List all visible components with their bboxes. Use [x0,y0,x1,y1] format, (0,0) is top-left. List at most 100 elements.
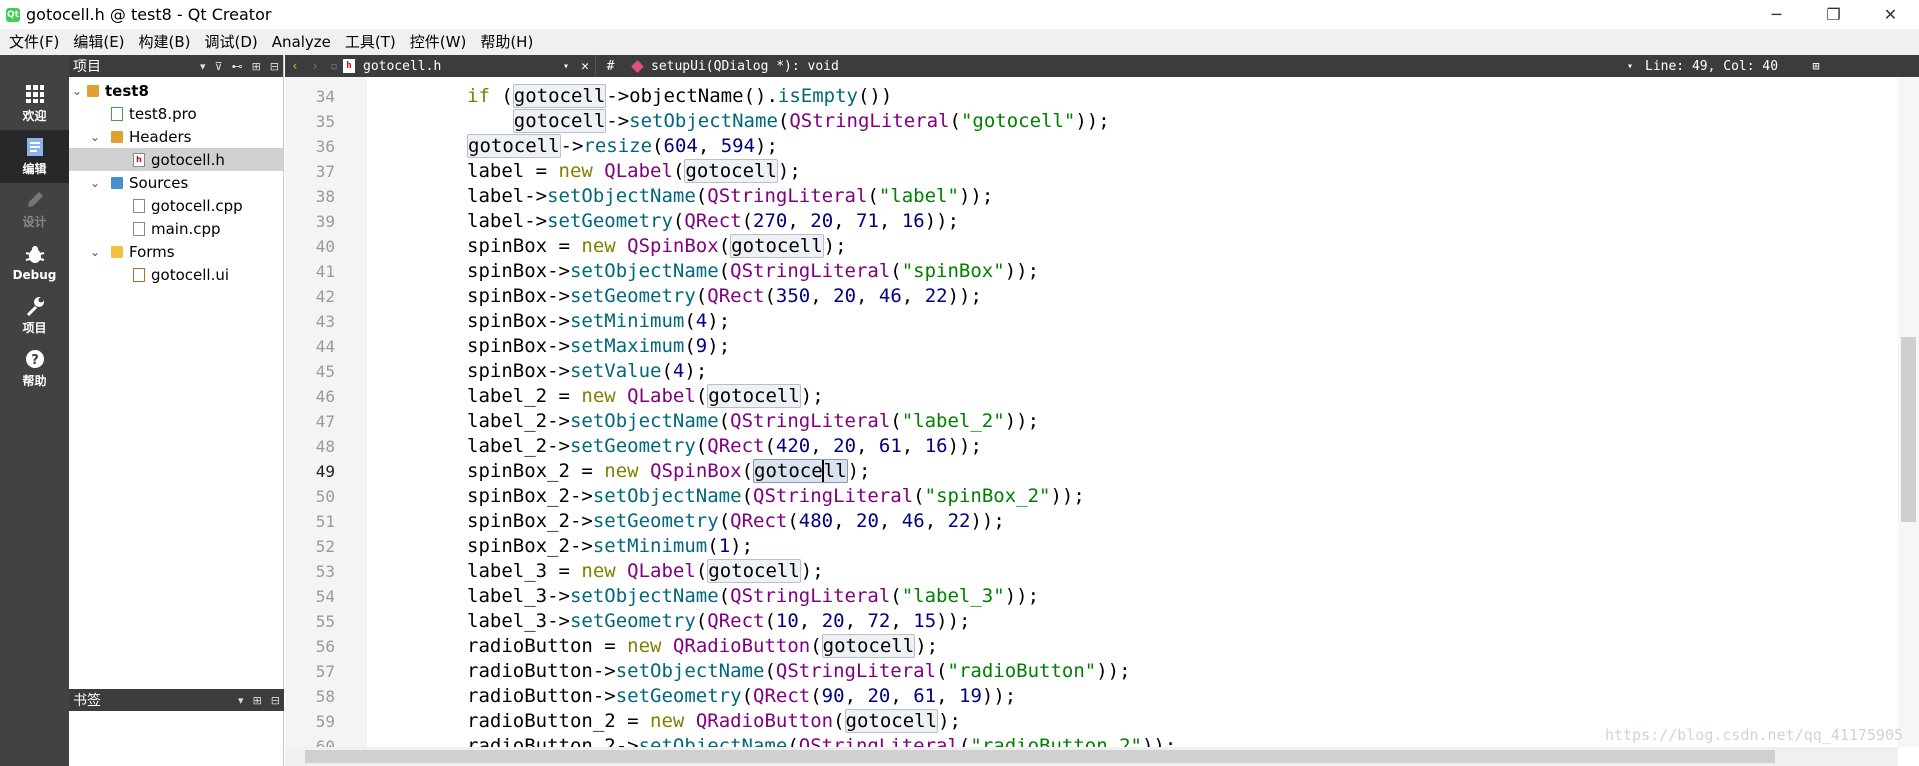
tree-item-forms[interactable]: ⌄ Forms [69,240,283,263]
line-numbers: 34 35 36 37 38 39 40 41 42 43 44 45 46 4… [285,84,337,747]
line-number: 38 [315,187,335,206]
project-icon [87,84,99,97]
back-arrow-icon[interactable]: ‹ [285,55,305,77]
watermark: https://blog.csdn.net/qq_41175905 [1604,726,1903,744]
tree-item-gotocell-ui[interactable]: gotocell.ui [69,263,283,286]
lock-icon: ▫ [330,58,338,74]
line-number: 54 [315,587,335,606]
dropdown-arrow-icon[interactable]: ▾ [200,60,206,73]
menu-widgets[interactable]: 控件(W) [403,29,474,55]
code-line: spinBox->setMinimum(4); [467,310,731,332]
collapse-arrow-icon[interactable]: ⌄ [87,176,103,190]
line-number: 41 [315,262,335,281]
folder-icon [111,130,123,143]
current-line-number: 49 [315,462,335,481]
tree-item-test8[interactable]: ⌄ test8 [69,79,283,102]
minimize-button[interactable]: ─ [1748,0,1805,29]
dropdown-arrow-icon[interactable]: ▾ [238,694,244,707]
cursor-position[interactable]: Line: 49, Col: 40 [1639,55,1801,77]
tree-item-test8-pro[interactable]: test8.pro [69,102,283,125]
forward-arrow-icon[interactable]: › [305,55,325,77]
mode-projects[interactable]: 项目 [0,289,69,342]
source-file-icon [133,198,145,213]
mode-edit[interactable]: 编辑 [0,130,69,183]
projects-pane-title[interactable]: 项目 [73,56,101,76]
tree-item-gotocell-h[interactable]: h gotocell.h [69,148,283,171]
line-number: 43 [315,312,335,331]
source-file-icon [133,221,145,236]
close-pane-icon[interactable]: ⊟ [270,60,279,73]
code-line: label = new QLabel(gotocell); [467,159,801,183]
code-line: label->setObjectName(QStringLiteral("lab… [467,185,994,207]
tree-item-main-cpp[interactable]: main.cpp [69,217,283,240]
mode-welcome[interactable]: 欢迎 [0,77,69,130]
split-icon[interactable]: ⊞ [252,60,261,73]
current-code-line: spinBox_2 = new QSpinBox(gotocell); [467,459,871,483]
tree-item-headers[interactable]: ⌄ Headers [69,125,283,148]
menu-debug[interactable]: 调试(D) [198,29,265,55]
line-number: 60 [315,737,335,747]
line-number: 45 [315,362,335,381]
vertical-scrollbar[interactable] [1898,77,1919,747]
pencil-icon [25,189,45,211]
collapse-arrow-icon[interactable]: ⌄ [69,84,85,98]
line-number: 53 [315,562,335,581]
menu-build[interactable]: 构建(B) [132,29,198,55]
code-line: radioButton->setGeometry(QRect(90, 20, 6… [467,685,1017,707]
svg-text:?: ? [31,353,39,368]
project-tree: ⌄ test8 test8.pro ⌄ Headers h gotocell.h… [69,77,283,286]
tree-item-gotocell-cpp[interactable]: gotocell.cpp [69,194,283,217]
projects-sidebar: 项目 ▾ ⊽ ⊷ ⊞ ⊟ ⌄ test8 test8.pro ⌄ Headers… [69,55,284,766]
hash-button[interactable]: # [595,55,625,77]
tree-item-sources[interactable]: ⌄ Sources [69,171,283,194]
dropdown-arrow-icon: ▾ [562,60,569,72]
menu-file[interactable]: 文件(F) [2,29,66,55]
header-file-icon: h [343,59,355,73]
mode-label: 欢迎 [22,109,47,123]
vertical-scrollbar-thumb[interactable] [1901,337,1916,522]
symbol-selector[interactable]: setupUi(QDialog *): void ▾ [625,55,1639,77]
line-number: 51 [315,512,335,531]
split-icon[interactable]: ⊞ [253,694,262,707]
menu-tools[interactable]: 工具(T) [338,29,403,55]
collapse-arrow-icon[interactable]: ⌄ [87,130,103,144]
code-line: spinBox_2->setObjectName(QStringLiteral(… [467,485,1085,507]
document-selector[interactable]: h gotocell.h ▾ [343,55,575,77]
close-document-icon[interactable]: ✕ [575,55,595,77]
menu-analyze[interactable]: Analyze [265,29,338,55]
mode-label: 帮助 [22,374,47,388]
line-number: 37 [315,162,335,181]
tree-item-label: gotocell.h [151,150,225,169]
code-line: label_2->setObjectName(QStringLiteral("l… [467,410,1040,432]
horizontal-scrollbar[interactable] [285,747,1898,766]
menu-bar: 文件(F) 编辑(E) 构建(B) 调试(D) Analyze 工具(T) 控件… [0,29,1919,55]
maximize-button[interactable]: ❐ [1805,0,1862,29]
link-icon[interactable]: ⊷ [232,60,243,73]
tree-item-label: test8 [105,81,149,100]
menu-edit[interactable]: 编辑(E) [66,29,131,55]
mode-label: 项目 [22,321,47,335]
filter-icon[interactable]: ⊽ [215,60,223,73]
mode-design[interactable]: 设计 [0,183,69,236]
horizontal-scrollbar-thumb[interactable] [305,750,1775,763]
code-line: label_3 = new QLabel(gotocell); [467,559,824,583]
code-line: label_2 = new QLabel(gotocell); [467,384,824,408]
close-pane-icon[interactable]: ⊟ [271,694,280,707]
menu-help[interactable]: 帮助(H) [473,29,540,55]
code-line: spinBox->setMaximum(9); [467,335,731,357]
mode-help[interactable]: ? 帮助 [0,342,69,395]
mode-debug[interactable]: Debug [0,236,69,289]
bookmarks-pane: 书签 ▾ ⊞ ⊟ [69,689,284,711]
code-line: label_3->setGeometry(QRect(10, 20, 72, 1… [467,610,971,632]
line-number: 52 [315,537,335,556]
code-editor[interactable]: if (gotocell->objectName().isEmpty()) go… [368,84,1898,747]
help-icon: ? [25,348,45,370]
close-button[interactable]: ✕ [1862,0,1919,29]
mode-label: 设计 [22,215,47,229]
pro-file-icon [111,106,123,121]
collapse-arrow-icon[interactable]: ⌄ [87,245,103,259]
split-icon[interactable]: ⊞ [1801,55,1831,77]
qt-creator-window: Qt gotocell.h @ test8 - Qt Creator ─ ❐ ✕… [0,0,1919,766]
bookmarks-pane-title[interactable]: 书签 [73,690,101,710]
editor-toolbar: ‹ › ▫ h gotocell.h ▾ ✕ # setupUi(QDialog… [285,55,1919,77]
